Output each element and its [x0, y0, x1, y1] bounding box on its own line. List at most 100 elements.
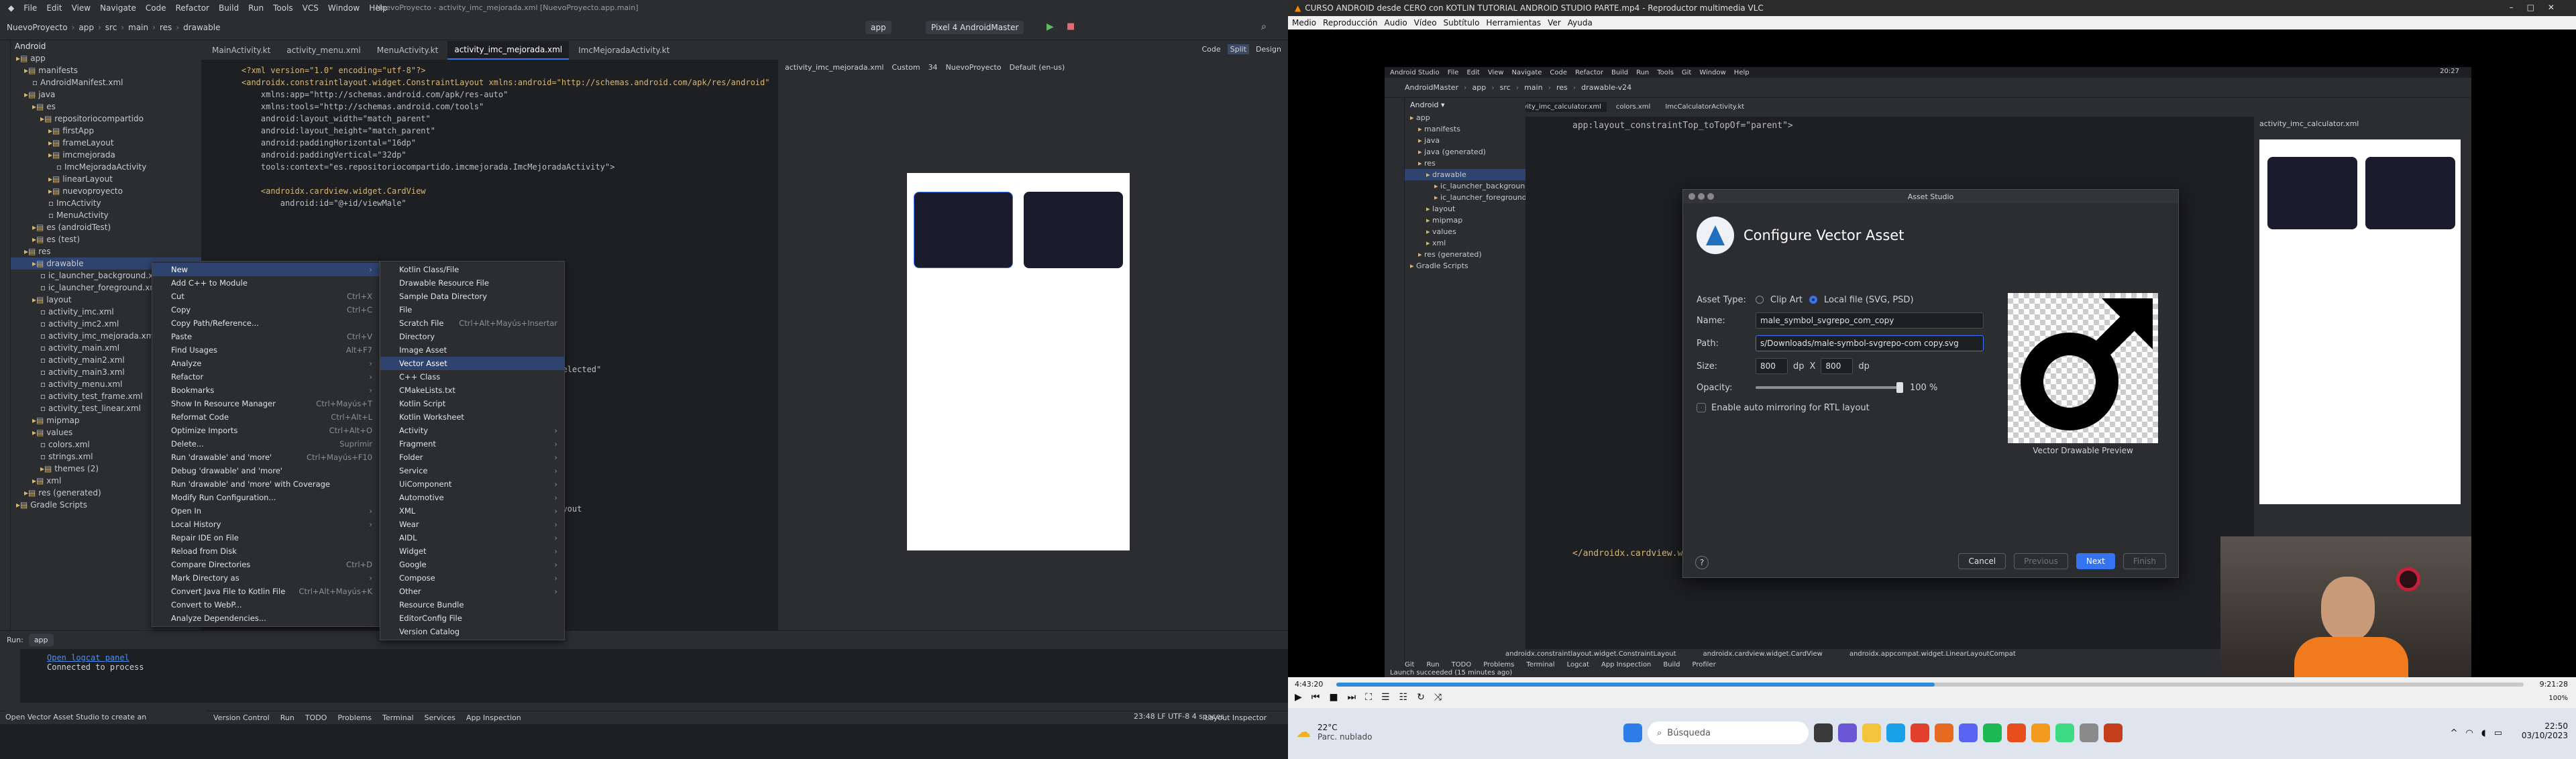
context-item-analyze-dependencies[interactable]: Analyze Dependencies...	[152, 611, 379, 625]
start-icon[interactable]	[1623, 723, 1642, 742]
help-icon[interactable]: ?	[1695, 556, 1709, 569]
tree-folder[interactable]: ▸▤ res	[11, 245, 201, 257]
run-config-select[interactable]: app	[865, 21, 892, 34]
new-item-directory[interactable]: Directory	[380, 330, 564, 343]
extended-settings-icon[interactable]: ☰	[1381, 692, 1390, 703]
menu-view[interactable]: View	[72, 3, 91, 13]
new-item-resource-bundle[interactable]: Resource Bundle	[380, 598, 564, 611]
tree-file[interactable]: ▫ ImcMejoradaActivity	[11, 161, 201, 173]
open-logcat-link[interactable]: Open logcat panel	[47, 653, 1261, 662]
context-item-open-in[interactable]: Open In ›	[152, 504, 379, 518]
new-item-file[interactable]: File	[380, 303, 564, 316]
android-studio-icon[interactable]	[2055, 723, 2074, 742]
powerpoint-icon[interactable]	[2104, 723, 2123, 742]
next-button[interactable]: Next	[2076, 553, 2115, 569]
context-item-modify-run-configuration[interactable]: Modify Run Configuration...	[152, 491, 379, 504]
vlc-menu-herramientas[interactable]: Herramientas	[1486, 18, 1541, 27]
context-item-delete[interactable]: Delete... Suprimir	[152, 437, 379, 451]
new-item-uicomponent[interactable]: UiComponent ›	[380, 477, 564, 491]
app-icon[interactable]	[2007, 723, 2026, 742]
new-item-google[interactable]: Google ›	[380, 558, 564, 571]
api-dropdown[interactable]: 34	[928, 63, 938, 72]
status-tab-todo[interactable]: TODO	[305, 713, 327, 722]
context-item-run-drawable-and-more-with-coverage[interactable]: Run 'drawable' and 'more' with Coverage	[152, 477, 379, 491]
context-item-find-usages[interactable]: Find Usages Alt+F7	[152, 343, 379, 357]
female-card-preview[interactable]	[1024, 192, 1123, 268]
new-item-other[interactable]: Other ›	[380, 585, 564, 598]
playlist-icon[interactable]: ☷	[1399, 692, 1408, 703]
new-item-vector-asset[interactable]: Vector Asset	[380, 357, 564, 370]
breadcrumb-item[interactable]: main	[128, 23, 148, 32]
tree-folder[interactable]: ▸▤ frameLayout	[11, 137, 201, 149]
tree-folder[interactable]: ▸▤ es	[11, 101, 201, 113]
new-item-kotlin-worksheet[interactable]: Kotlin Worksheet	[380, 410, 564, 424]
context-item-convert-java-file-to-kotlin-file[interactable]: Convert Java File to Kotlin File Ctrl+Alt…	[152, 585, 379, 598]
tree-file[interactable]: ▫ MenuActivity	[11, 209, 201, 221]
previous-icon[interactable]: ⏮	[1311, 692, 1320, 703]
menu-build[interactable]: Build	[219, 3, 239, 13]
context-item-bookmarks[interactable]: Bookmarks ›	[152, 384, 379, 397]
design-file-select[interactable]: activity_imc_mejorada.xml	[785, 63, 883, 72]
code-mode-button[interactable]: Code	[1201, 45, 1220, 54]
tree-folder[interactable]: ▸▤ firstApp	[11, 125, 201, 137]
obs-icon[interactable]	[2080, 723, 2098, 742]
context-item-mark-directory-as[interactable]: Mark Directory as ›	[152, 571, 379, 585]
dialog-maximize-icon[interactable]	[1707, 193, 1714, 200]
menu-code[interactable]: Code	[146, 3, 166, 13]
tree-folder[interactable]: ▸▤ manifests	[11, 64, 201, 76]
menu-navigate[interactable]: Navigate	[100, 3, 136, 13]
tree-folder[interactable]: ▸▤ es (test)	[11, 233, 201, 245]
battery-icon[interactable]: ▭	[2494, 728, 2502, 738]
tab-activity_imc_mejorada-xml[interactable]: activity_imc_mejorada.xml	[447, 40, 570, 60]
file-explorer-icon[interactable]	[1862, 723, 1881, 742]
tree-folder[interactable]: ▸▤ imcmejorada	[11, 149, 201, 161]
cancel-button[interactable]: Cancel	[1958, 553, 2006, 569]
context-item-reformat-code[interactable]: Reformat Code Ctrl+Alt+L	[152, 410, 379, 424]
vlc-menu-subtítulo[interactable]: Subtítulo	[1444, 18, 1480, 27]
height-field[interactable]: 800	[1821, 358, 1854, 374]
dialog-minimize-icon[interactable]	[1698, 193, 1705, 200]
locale-dropdown[interactable]: Default (en-us)	[1010, 63, 1065, 72]
context-item-convert-to-webp[interactable]: Convert to WebP...	[152, 598, 379, 611]
new-item-service[interactable]: Service ›	[380, 464, 564, 477]
new-item-sample-data-directory[interactable]: Sample Data Directory	[380, 290, 564, 303]
vlc-menu-vídeo[interactable]: Vídeo	[1414, 18, 1437, 27]
menu-refactor[interactable]: Refactor	[176, 3, 209, 13]
context-item-debug-drawable-and-more[interactable]: Debug 'drawable' and 'more'	[152, 464, 379, 477]
width-field[interactable]: 800	[1756, 358, 1788, 374]
tree-folder[interactable]: ▸▤ nuevoproyecto	[11, 185, 201, 197]
context-item-copy[interactable]: Copy Ctrl+C	[152, 303, 379, 316]
volume-level[interactable]: 100%	[2548, 695, 2568, 702]
new-item-image-asset[interactable]: Image Asset	[380, 343, 564, 357]
spotify-icon[interactable]	[1983, 723, 2002, 742]
context-item-optimize-imports[interactable]: Optimize Imports Ctrl+Alt+O	[152, 424, 379, 437]
chrome-icon[interactable]	[1911, 723, 1929, 742]
context-item-show-in-resource-manager[interactable]: Show In Resource Manager Ctrl+Mayús+T	[152, 397, 379, 410]
breadcrumb-item[interactable]: src	[105, 23, 117, 32]
tree-file[interactable]: ▫ AndroidManifest.xml	[11, 76, 201, 89]
context-item-new[interactable]: New ›	[152, 263, 379, 276]
wifi-icon[interactable]: ◠	[2466, 728, 2473, 738]
menu-run[interactable]: Run	[248, 3, 264, 13]
new-item-kotlin-class-file[interactable]: Kotlin Class/File	[380, 263, 564, 276]
vlc-menu-medio[interactable]: Medio	[1292, 18, 1316, 27]
context-item-reload-from-disk[interactable]: Reload from Disk	[152, 544, 379, 558]
status-tab-services[interactable]: Services	[425, 713, 455, 722]
split-mode-button[interactable]: Split	[1227, 44, 1250, 54]
menu-vcs[interactable]: VCS	[303, 3, 319, 13]
male-card-preview[interactable]	[914, 192, 1013, 268]
dialog-close-icon[interactable]	[1688, 193, 1695, 200]
context-item-local-history[interactable]: Local History ›	[152, 518, 379, 531]
menu-edit[interactable]: Edit	[46, 3, 62, 13]
taskbar-search[interactable]: ⌕ Búsqueda	[1648, 721, 1809, 744]
layout-preview[interactable]	[907, 173, 1130, 550]
new-item-drawable-resource-file[interactable]: Drawable Resource File	[380, 276, 564, 290]
tree-file[interactable]: ▫ ImcActivity	[11, 197, 201, 209]
project-view-select[interactable]: Android	[11, 40, 201, 52]
theme-dropdown[interactable]: NuevoProyecto	[946, 63, 1002, 72]
opacity-slider[interactable]	[1756, 382, 1903, 393]
vlc-menu-reproducción[interactable]: Reproducción	[1323, 18, 1378, 27]
context-item-run-drawable-and-more[interactable]: Run 'drawable' and 'more' Ctrl+Mayús+F10	[152, 451, 379, 464]
new-item-folder[interactable]: Folder ›	[380, 451, 564, 464]
breadcrumb-item[interactable]: NuevoProyecto	[7, 23, 68, 32]
